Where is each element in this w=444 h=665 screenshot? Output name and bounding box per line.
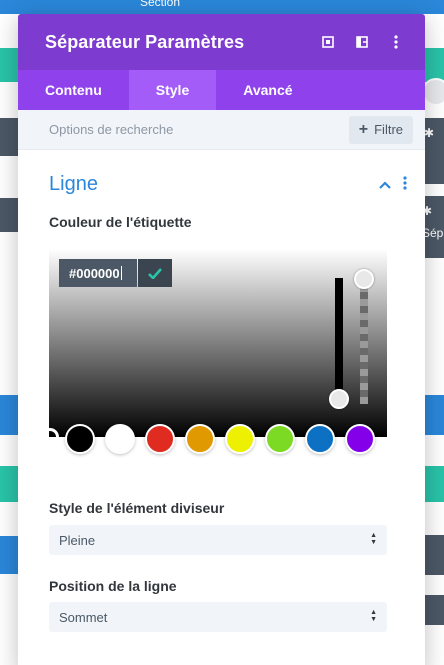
hue-slider[interactable]	[335, 278, 343, 399]
color-swatches	[65, 424, 385, 474]
group-header[interactable]: Ligne	[26, 158, 417, 200]
color-swatch-purple[interactable]	[345, 424, 375, 454]
more-vertical-icon[interactable]	[403, 175, 407, 193]
hex-value: #000000	[69, 265, 120, 281]
section-label: Section	[140, 0, 181, 9]
builder-add-button[interactable]	[422, 78, 444, 106]
color-swatch-blue[interactable]	[305, 424, 335, 454]
color-swatch-yellow[interactable]	[225, 424, 255, 454]
filter-button[interactable]: + Filtre	[348, 115, 413, 144]
filter-label: Filtre	[374, 122, 403, 137]
search-bar: Options de recherche + Filtre	[18, 110, 425, 150]
group-title: Ligne	[49, 172, 98, 195]
color-picker[interactable]: #000000	[41, 249, 387, 446]
tab-avance[interactable]: Avancé	[216, 70, 319, 110]
saturation-handle[interactable]	[41, 428, 59, 446]
more-vertical-icon[interactable]	[379, 25, 413, 59]
columns-icon[interactable]	[345, 25, 379, 59]
settings-modal: Séparateur Paramètres Contenu Style Avan…	[18, 14, 425, 665]
module-label: Sép	[422, 226, 444, 240]
opacity-slider[interactable]	[360, 278, 368, 404]
modal-header: Séparateur Paramètres	[18, 14, 425, 70]
tab-style[interactable]: Style	[128, 70, 217, 110]
divider-style-label: Style de l'élément diviseur	[49, 500, 225, 516]
gear-icon: ✱	[422, 204, 433, 218]
color-option-label: Couleur de l'étiquette	[49, 214, 192, 230]
options-group-ligne: Ligne Couleur de l'étiquette #000000 Sty…	[26, 158, 417, 665]
line-position-label: Position de la ligne	[49, 578, 177, 594]
check-icon[interactable]	[138, 259, 172, 287]
builder-section-bar: Section	[0, 0, 444, 14]
divider-style-value: Pleine	[59, 532, 96, 548]
divider-style-select[interactable]: Pleine ▲ ▼	[49, 525, 387, 555]
color-swatch-green[interactable]	[265, 424, 295, 454]
search-input[interactable]: Options de recherche	[49, 122, 349, 137]
tab-contenu[interactable]: Contenu	[18, 70, 129, 110]
select-arrows-icon: ▲ ▼	[370, 532, 377, 546]
plus-icon: +	[358, 120, 369, 138]
line-position-value: Sommet	[59, 609, 108, 625]
hex-input[interactable]: #000000	[59, 259, 137, 287]
color-swatch-orange[interactable]	[185, 424, 215, 454]
opacity-slider-handle[interactable]	[354, 269, 374, 289]
hue-slider-handle[interactable]	[329, 389, 349, 409]
modal-title: Séparateur Paramètres	[45, 31, 245, 52]
color-swatch-red[interactable]	[145, 424, 175, 454]
color-swatch-black[interactable]	[65, 424, 95, 454]
chevron-up-icon[interactable]	[379, 176, 391, 192]
color-swatch-white[interactable]	[105, 424, 135, 454]
line-position-select[interactable]: Sommet ▲ ▼	[49, 602, 387, 632]
modal-tabs: Contenu Style Avancé	[18, 70, 425, 110]
expand-icon[interactable]	[311, 25, 345, 59]
select-arrows-icon: ▲ ▼	[370, 609, 377, 623]
